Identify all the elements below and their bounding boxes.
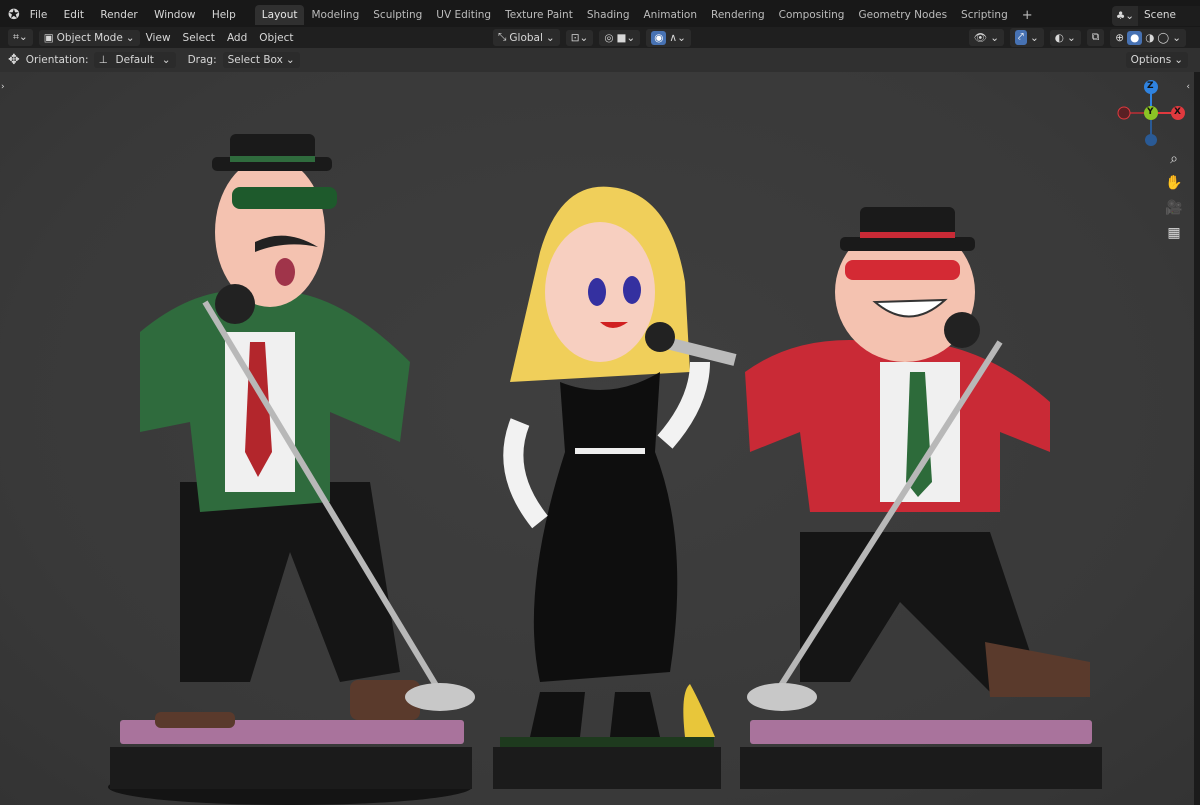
- mode-dropdown[interactable]: ▣ Object Mode ⌄: [38, 29, 140, 46]
- right-base: [740, 720, 1102, 789]
- tab-shading[interactable]: Shading: [580, 5, 637, 25]
- tool-settings-bar: ✥ Orientation: ⊥ Default ⌄ Drag: Select Bo…: [0, 48, 1200, 72]
- 3d-viewport[interactable]: › ‹ Z Y X ⌕ ✋ 🎥 ▦: [0, 72, 1194, 805]
- drag-label: Drag:: [187, 54, 217, 66]
- eye-icon: 👁: [973, 32, 988, 44]
- options-label: Options: [1130, 54, 1172, 66]
- center-base: [493, 737, 721, 789]
- overlays-toggle[interactable]: ◐ ⌄: [1049, 29, 1081, 46]
- gizmo-toggle[interactable]: ⤤ ⌄: [1010, 28, 1044, 47]
- orientation-label: Global: [509, 31, 543, 44]
- object-mode-icon: ▣: [43, 31, 54, 44]
- snap-toggle[interactable]: ◎ ■⌄: [599, 29, 641, 46]
- mode-label: Object Mode: [56, 31, 123, 44]
- drag-value: Select Box: [227, 54, 283, 66]
- menu-add[interactable]: Add: [227, 32, 247, 44]
- orientation-icon: ⤡: [498, 31, 507, 43]
- menu-file[interactable]: File: [30, 9, 48, 21]
- navigation-gizmo[interactable]: Z Y X: [1116, 78, 1186, 148]
- overlays-icon: ◐: [1054, 31, 1064, 44]
- blender-logo-icon[interactable]: ✪: [8, 7, 20, 23]
- proportional-edit-toggle[interactable]: ◉ ∧⌄: [646, 28, 691, 47]
- tab-compositing[interactable]: Compositing: [772, 5, 852, 25]
- scene-selector[interactable]: ♣⌄ Scene: [1112, 6, 1200, 26]
- scene-name[interactable]: Scene: [1138, 6, 1200, 26]
- scene-render: [108, 134, 1102, 805]
- workspace-tabs: Layout Modeling Sculpting UV Editing Tex…: [254, 4, 1040, 27]
- magnet-icon: ◎: [604, 31, 614, 44]
- left-base: [108, 720, 472, 805]
- zoom-icon[interactable]: ⌕: [1163, 148, 1185, 170]
- tab-scripting[interactable]: Scripting: [954, 5, 1015, 25]
- tab-geometry-nodes[interactable]: Geometry Nodes: [851, 5, 954, 25]
- menu-window[interactable]: Window: [154, 9, 195, 21]
- solid-shading-icon[interactable]: ●: [1127, 30, 1143, 45]
- menu-view[interactable]: View: [146, 32, 171, 44]
- transform-orientation-dropdown[interactable]: ⤡ Global ⌄: [493, 29, 560, 46]
- tab-texture-paint[interactable]: Texture Paint: [498, 5, 580, 25]
- pivot-point-dropdown[interactable]: ⊡⌄: [565, 29, 594, 46]
- orientation-dropdown[interactable]: ⊥ Default ⌄: [93, 52, 176, 68]
- gizmo-x-label[interactable]: X: [1174, 107, 1181, 117]
- right-singer-figure: [745, 207, 1090, 697]
- move-tool-icon: ✥: [8, 52, 20, 68]
- camera-view-icon[interactable]: 🎥: [1163, 197, 1185, 219]
- proportional-edit-icon: ◉: [651, 30, 667, 45]
- menu-render[interactable]: Render: [100, 9, 137, 21]
- rendered-shading-icon[interactable]: ◯: [1157, 32, 1169, 44]
- orientation-value: Default: [115, 54, 154, 66]
- ortho-grid-icon[interactable]: ▦: [1163, 222, 1185, 244]
- scene-icon: ♣⌄: [1112, 6, 1138, 26]
- xray-toggle[interactable]: ⧉: [1086, 29, 1105, 46]
- editor-type-button[interactable]: ⌗⌄: [8, 29, 33, 46]
- axes-icon: ⊥: [98, 54, 108, 66]
- sidebar-edge[interactable]: [1194, 72, 1200, 805]
- menu-help[interactable]: Help: [212, 9, 236, 21]
- tab-modeling[interactable]: Modeling: [304, 5, 366, 25]
- options-dropdown[interactable]: Options ⌄: [1125, 52, 1188, 68]
- wireframe-shading-icon[interactable]: ⊕: [1115, 32, 1124, 44]
- pan-hand-icon[interactable]: ✋: [1163, 172, 1185, 194]
- gizmo-y-label[interactable]: Y: [1147, 107, 1154, 117]
- orientation-label: Orientation:: [25, 54, 89, 66]
- tab-sculpting[interactable]: Sculpting: [366, 5, 429, 25]
- gizmo-icon: ⤤: [1015, 30, 1027, 45]
- center-singer-figure: [503, 186, 715, 737]
- menu-select[interactable]: Select: [183, 32, 215, 44]
- menu-edit[interactable]: Edit: [64, 9, 84, 21]
- top-bar: ✪ File Edit Render Window Help Layout Mo…: [0, 0, 1200, 30]
- drag-dropdown[interactable]: Select Box ⌄: [222, 52, 300, 68]
- gizmo-z-label[interactable]: Z: [1147, 81, 1154, 91]
- tab-layout[interactable]: Layout: [254, 5, 305, 25]
- material-shading-icon[interactable]: ◑: [1145, 32, 1154, 44]
- main-menu: File Edit Render Window Help: [30, 9, 249, 21]
- xray-icon: ⧉: [1091, 31, 1100, 43]
- tab-uv-editing[interactable]: UV Editing: [429, 5, 498, 25]
- viewport-header: ⌗⌄ ▣ Object Mode ⌄ View Select Add Object …: [0, 27, 1200, 48]
- visibility-dropdown[interactable]: 👁 ⌄: [968, 29, 1005, 46]
- menu-object[interactable]: Object: [259, 32, 293, 44]
- shading-mode-buttons[interactable]: ⊕ ● ◑ ◯ ⌄: [1110, 28, 1186, 47]
- add-workspace-button[interactable]: +: [1015, 4, 1040, 27]
- tab-animation[interactable]: Animation: [636, 5, 704, 25]
- tab-rendering[interactable]: Rendering: [704, 5, 772, 25]
